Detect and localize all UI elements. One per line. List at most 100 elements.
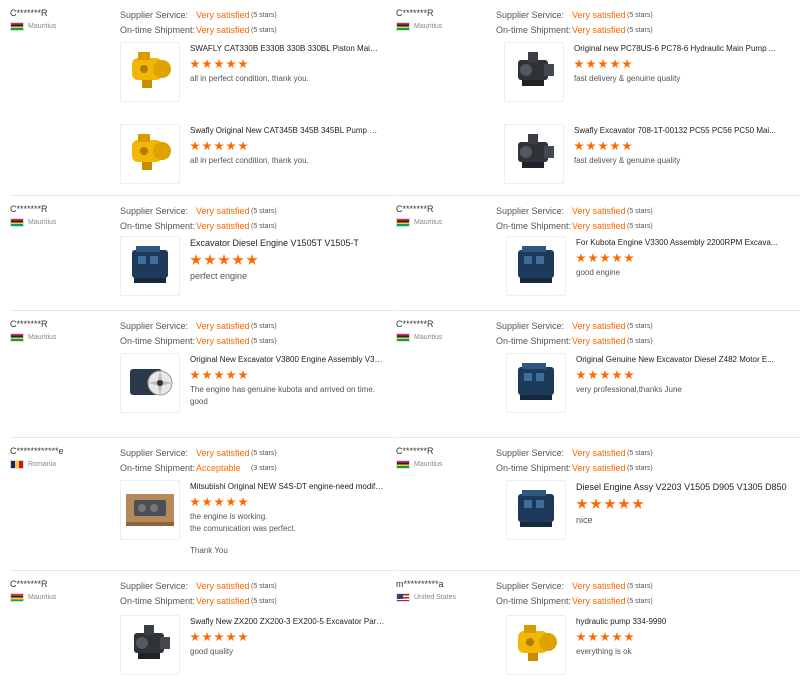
rating-star-icon xyxy=(226,370,236,380)
review-card: C*******R Mauritius Supplier Service: Very … xyxy=(10,195,395,305)
supplier-ratings: Supplier Service: Very satisfied (5 stars)… xyxy=(496,446,653,476)
product-title-link[interactable]: Original Genuine New Excavator Diesel Z4… xyxy=(576,355,790,364)
rating-star-icon xyxy=(226,497,236,507)
ontime-shipment-stars: (5 stars) xyxy=(251,27,277,34)
buyer-country: Mauritius xyxy=(396,333,506,342)
rating-star-icon xyxy=(624,632,634,642)
product-thumbnail[interactable] xyxy=(504,42,564,102)
rating-star-icon xyxy=(238,141,248,151)
buyer-info: C*******R Mauritius xyxy=(10,8,120,31)
country-flag-icon xyxy=(10,22,24,31)
country-name: United States xyxy=(414,594,457,601)
yellow-pump-icon xyxy=(124,126,176,183)
ontime-shipment-stars: (5 stars) xyxy=(251,598,277,605)
product-thumbnail[interactable] xyxy=(120,124,180,184)
product-title-link[interactable]: hydraulic pump 334-9990 xyxy=(576,617,790,626)
supplier-service-stars: (5 stars) xyxy=(251,12,277,19)
rating-star-icon xyxy=(576,632,586,642)
supplier-service-label: Supplier Service: xyxy=(120,206,189,216)
rating-star-icon xyxy=(232,254,244,265)
product-thumbnail[interactable] xyxy=(120,236,180,296)
ontime-shipment-value: Acceptable xyxy=(196,463,241,473)
ontime-shipment-label: On-time Shipment: xyxy=(120,221,196,231)
product-thumbnail[interactable] xyxy=(120,353,180,413)
product-title-link[interactable]: Mitsubishi Original NEW S4S-DT engine-ne… xyxy=(190,482,385,491)
engine-crate-icon xyxy=(124,482,176,539)
product-thumbnail[interactable] xyxy=(506,353,566,413)
product-title-link[interactable]: Swafly Excavator 708-1T-00132 PC55 PC56 … xyxy=(574,126,790,135)
supplier-service-label: Supplier Service: xyxy=(120,321,189,331)
ontime-shipment-label: On-time Shipment: xyxy=(496,25,572,35)
ontime-shipment-label: On-time Shipment: xyxy=(496,463,572,473)
rating-star-icon xyxy=(618,498,630,509)
review-card: C*******R Mauritius Supplier Service: Very … xyxy=(10,0,390,190)
review-comment: the comunication was perfect. xyxy=(190,524,296,533)
review-comment: the engine is working. xyxy=(190,512,268,521)
product-title-link[interactable]: For Kubota Engine V3300 Assembly 2200RPM… xyxy=(576,238,790,247)
buyer-name: C*******R xyxy=(10,319,48,329)
country-name: Mauritius xyxy=(28,219,57,226)
supplier-ratings: Supplier Service: Very satisfied (5 stars)… xyxy=(496,204,653,234)
supplier-service-label: Supplier Service: xyxy=(496,321,565,331)
product-thumbnail[interactable] xyxy=(506,615,566,675)
reviewed-product: Original Genuine New Excavator Diesel Z4… xyxy=(506,353,794,413)
supplier-service-label: Supplier Service: xyxy=(120,581,189,591)
product-title-link[interactable]: SWAFLY CAT330B E330B 330B 330BL Piston M… xyxy=(190,44,380,53)
rating-star-icon xyxy=(214,141,224,151)
rating-stars xyxy=(190,497,385,507)
rating-star-icon xyxy=(598,59,608,69)
country-name: Mauritius xyxy=(28,334,57,341)
ontime-shipment-value: Very satisfied xyxy=(572,336,626,346)
rating-star-icon xyxy=(576,498,588,509)
product-thumbnail[interactable] xyxy=(506,480,566,540)
country-name: Mauritius xyxy=(28,594,57,601)
product-thumbnail[interactable] xyxy=(120,42,180,102)
rating-star-icon xyxy=(238,370,248,380)
product-title-link[interactable]: Original new PC78US-6 PC78-6 Hydraulic M… xyxy=(574,44,790,53)
rating-star-icon xyxy=(238,497,248,507)
ontime-shipment-label: On-time Shipment: xyxy=(120,25,196,35)
review-comment: fast delivery & genuine quality xyxy=(574,74,681,83)
supplier-service-value: Very satisfied xyxy=(196,448,250,458)
country-name: Mauritius xyxy=(414,23,443,30)
buyer-name: C*******R xyxy=(10,579,48,589)
buyer-name: C*******R xyxy=(10,8,48,18)
rating-star-icon xyxy=(214,632,224,642)
rating-star-icon xyxy=(576,370,586,380)
product-thumbnail[interactable] xyxy=(120,480,180,540)
buyer-info: C*******R Mauritius xyxy=(10,204,120,227)
ontime-shipment-label: On-time Shipment: xyxy=(496,336,572,346)
supplier-service-stars: (5 stars) xyxy=(251,450,277,457)
rating-star-icon xyxy=(576,253,586,263)
rating-star-icon xyxy=(202,59,212,69)
country-name: Mauritius xyxy=(414,219,443,226)
product-thumbnail[interactable] xyxy=(504,124,564,184)
ontime-shipment-value: Very satisfied xyxy=(196,25,250,35)
buyer-info: C*******R Mauritius xyxy=(10,579,120,602)
product-title-link[interactable]: Swafly New ZX200 ZX200-3 EX200-5 Excavat… xyxy=(190,617,385,626)
rating-star-icon xyxy=(590,498,602,509)
review-comment: all in perfect condition, thank you. xyxy=(190,74,309,83)
rating-stars xyxy=(190,632,385,642)
review-card: C*******R Mauritius Supplier Service: Very … xyxy=(396,195,800,305)
supplier-service-stars: (5 stars) xyxy=(627,323,653,330)
product-title-link[interactable]: Swafly Original New CAT345B 345B 345BL P… xyxy=(190,126,380,135)
rating-stars xyxy=(574,59,790,69)
dark-pump-icon xyxy=(124,617,176,674)
rating-star-icon xyxy=(574,141,584,151)
ontime-shipment-label: On-time Shipment: xyxy=(120,336,196,346)
supplier-service-value: Very satisfied xyxy=(196,10,250,20)
rating-star-icon xyxy=(190,141,200,151)
rating-star-icon xyxy=(226,59,236,69)
buyer-info: m**********a United States xyxy=(396,579,506,602)
rating-star-icon xyxy=(218,254,230,265)
product-title-link[interactable]: Original New Excavator V3800 Engine Asse… xyxy=(190,355,385,364)
product-title-link[interactable]: Excavator Diesel Engine V1505T V1505-T xyxy=(190,238,385,248)
product-thumbnail[interactable] xyxy=(120,615,180,675)
review-comment: very professional,thanks June xyxy=(576,385,682,394)
product-thumbnail[interactable] xyxy=(506,236,566,296)
supplier-ratings: Supplier Service: Very satisfied (5 stars)… xyxy=(120,446,277,476)
product-title-link[interactable]: Diesel Engine Assy V2203 V1505 D905 V130… xyxy=(576,482,790,492)
reviewed-product: Diesel Engine Assy V2203 V1505 D905 V130… xyxy=(506,480,794,540)
ontime-shipment-stars: (5 stars) xyxy=(627,465,653,472)
